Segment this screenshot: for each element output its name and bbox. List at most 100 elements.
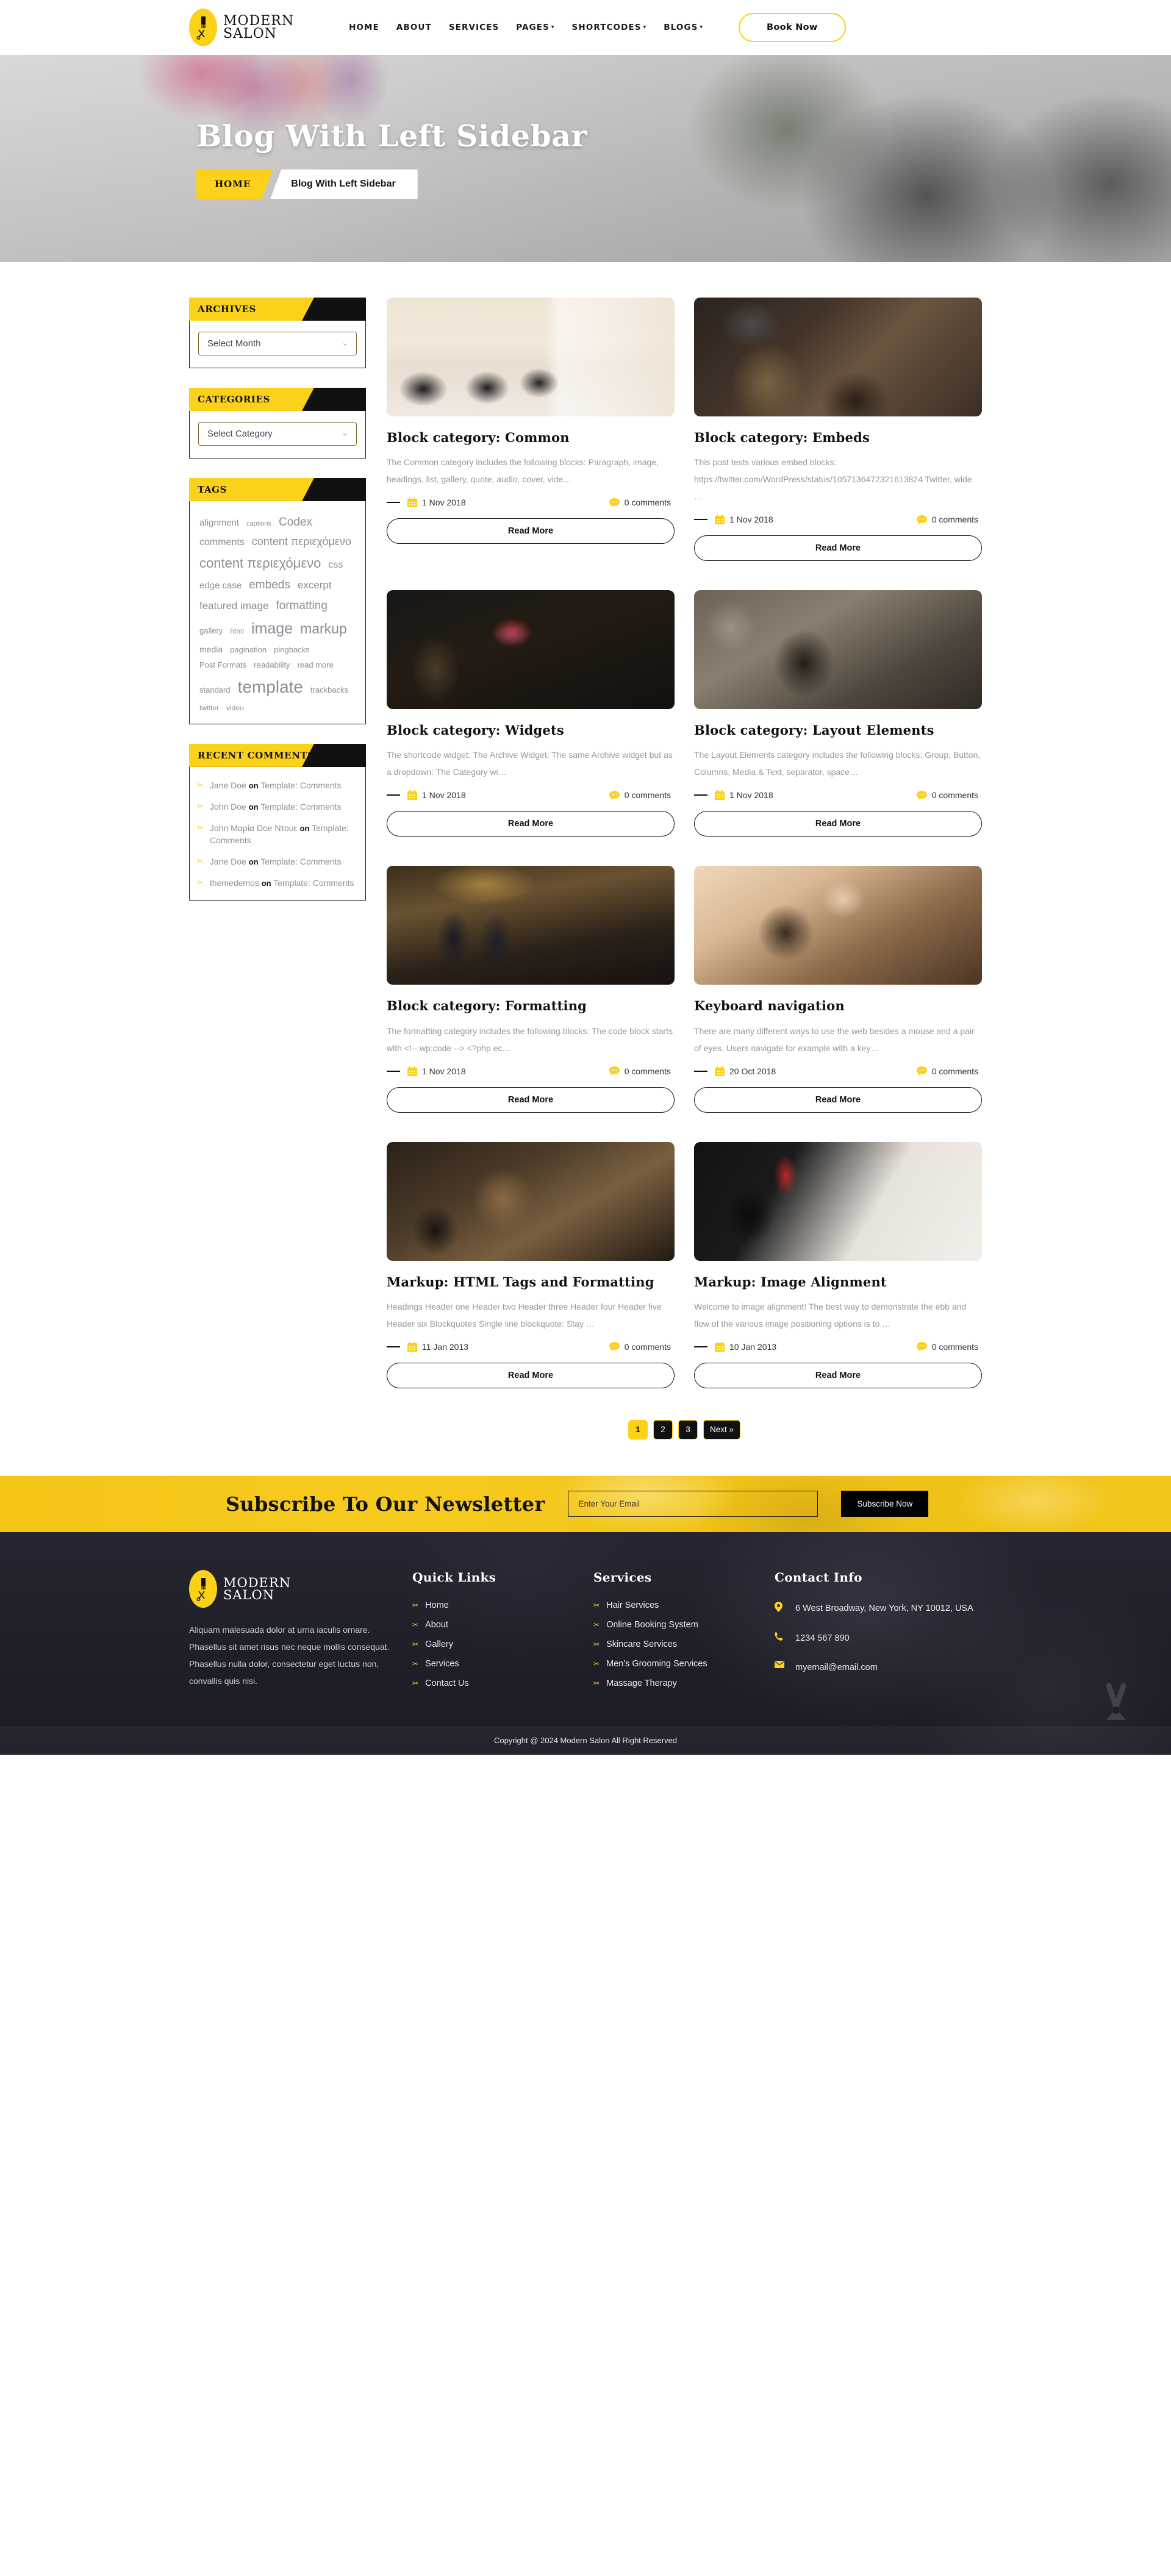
post-thumbnail[interactable] <box>387 866 675 985</box>
post-title[interactable]: Keyboard navigation <box>694 998 982 1013</box>
post-title[interactable]: Markup: HTML Tags and Formatting <box>387 1274 675 1290</box>
recent-comment-text: Jane Doe on Template: Comments <box>210 855 342 868</box>
post-thumbnail[interactable] <box>694 298 982 416</box>
tag-link[interactable]: video <box>226 702 244 714</box>
tag-link[interactable]: standard <box>199 684 231 696</box>
tag-link[interactable]: pagination <box>230 644 267 656</box>
post-title[interactable]: Block category: Embeds <box>694 430 982 445</box>
footer-service-link[interactable]: ✂ Men's Grooming Services <box>593 1659 753 1669</box>
nav-item-home[interactable]: HOME <box>349 23 379 32</box>
recent-comment-item[interactable]: ✂ John Μαρία Doe Ντουε on Template: Comme… <box>197 822 358 847</box>
tag-link[interactable]: formatting <box>276 597 327 615</box>
site-logo[interactable]: MODERN SALON <box>189 9 294 46</box>
post-thumbnail[interactable] <box>387 590 675 710</box>
tag-link[interactable]: embeds <box>249 576 290 594</box>
pagination-page-3[interactable]: 3 <box>678 1419 698 1440</box>
footer-quick-link[interactable]: ✂ Home <box>412 1600 571 1610</box>
recent-comment-item[interactable]: ✂ John Doe on Template: Comments <box>197 801 358 813</box>
post-thumbnail[interactable] <box>387 1141 675 1261</box>
link-label: Men's Grooming Services <box>606 1658 707 1669</box>
post-date-text: 1 Nov 2018 <box>729 515 773 525</box>
post-meta: 1 Nov 2018 0 comments <box>387 790 675 801</box>
read-more-button[interactable]: Read More <box>694 1086 982 1113</box>
post-comment-count: 0 comments <box>609 1342 671 1352</box>
tag-link[interactable]: content περιεχόμενο <box>199 553 321 574</box>
post-thumbnail[interactable] <box>387 298 675 416</box>
pagination-page-1[interactable]: 1 <box>628 1419 648 1440</box>
post-meta: 1 Nov 2018 0 comments <box>694 790 982 801</box>
tag-link[interactable]: pingbacks <box>274 644 310 656</box>
recent-comment-item[interactable]: ✂ Jane Doe on Template: Comments <box>197 855 358 868</box>
tag-link[interactable]: featured image <box>199 598 268 614</box>
post-title[interactable]: Markup: Image Alignment <box>694 1274 982 1290</box>
tag-link[interactable]: excerpt <box>298 577 332 593</box>
tag-link[interactable]: alignment <box>199 516 239 530</box>
newsletter-email-input[interactable] <box>568 1491 818 1518</box>
read-more-button[interactable]: Read More <box>694 811 982 837</box>
footer-quick-link[interactable]: ✂ Gallery <box>412 1639 571 1649</box>
chevron-down-icon: ▾ <box>643 24 647 30</box>
contact-phone-row[interactable]: 1234 567 890 <box>775 1630 982 1647</box>
tag-link[interactable]: template <box>238 674 303 700</box>
tag-link[interactable]: twitter <box>199 702 219 714</box>
footer-logo[interactable]: MODERN SALON <box>189 1569 390 1608</box>
nav-item-services[interactable]: SERVICES <box>449 23 499 32</box>
scissors-icon: ✂ <box>412 1639 419 1649</box>
read-more-button[interactable]: Read More <box>387 1362 675 1388</box>
tag-link[interactable]: Codex <box>279 513 312 531</box>
tag-link[interactable]: content περιεχόμενο <box>252 533 351 551</box>
subscribe-now-button[interactable]: Subscribe Now <box>841 1491 929 1518</box>
nav-item-shortcodes[interactable]: SHORTCODES ▾ <box>572 23 647 32</box>
categories-select[interactable]: Select Category <box>198 422 357 446</box>
post-thumbnail[interactable] <box>694 866 982 985</box>
post-date-text: 1 Nov 2018 <box>422 790 466 801</box>
tag-link[interactable]: markup <box>300 618 347 640</box>
footer-quick-link[interactable]: ✂ About <box>412 1620 571 1630</box>
tag-link[interactable]: readability <box>254 659 290 671</box>
pagination-next[interactable]: Next » <box>703 1419 741 1440</box>
footer-service-link[interactable]: ✂ Online Booking System <box>593 1620 753 1630</box>
contact-email-row[interactable]: myemail@email.com <box>775 1660 982 1676</box>
tag-link[interactable]: captions <box>246 519 271 529</box>
post-thumbnail[interactable] <box>694 1141 982 1261</box>
post-title[interactable]: Block category: Common <box>387 430 675 445</box>
breadcrumb-home-link[interactable]: HOME <box>196 169 273 199</box>
tag-link[interactable]: media <box>199 643 223 657</box>
footer-quick-link[interactable]: ✂ Services <box>412 1659 571 1669</box>
nav-item-about[interactable]: ABOUT <box>396 23 432 32</box>
pagination-page-2[interactable]: 2 <box>653 1419 673 1440</box>
nav-item-blogs[interactable]: BLOGS ▾ <box>664 23 703 32</box>
nav-item-pages[interactable]: PAGES ▾ <box>516 23 554 32</box>
recent-comment-item[interactable]: ✂ themedemos on Template: Comments <box>197 877 358 890</box>
footer-quick-link[interactable]: ✂ Contact Us <box>412 1679 571 1688</box>
footer-service-link[interactable]: ✂ Massage Therapy <box>593 1679 753 1688</box>
read-more-button[interactable]: Read More <box>694 535 982 562</box>
tag-link[interactable]: edge case <box>199 579 242 593</box>
tag-link[interactable]: trackbacks <box>310 684 348 696</box>
recent-comment-text: themedemos on Template: Comments <box>210 877 354 890</box>
post-title[interactable]: Block category: Widgets <box>387 722 675 738</box>
post-title[interactable]: Block category: Layout Elements <box>694 722 982 738</box>
book-now-button[interactable]: Book Now <box>739 13 846 42</box>
widget-title: CATEGORIES <box>198 394 270 405</box>
tag-link[interactable]: read more <box>298 659 334 671</box>
tag-link[interactable]: gallery <box>199 625 223 637</box>
post-thumbnail[interactable] <box>694 590 982 710</box>
footer-service-link[interactable]: ✂ Hair Services <box>593 1600 753 1610</box>
footer-brand-wordmark: MODERN SALON <box>223 1576 291 1601</box>
read-more-button[interactable]: Read More <box>387 518 675 544</box>
post-title[interactable]: Block category: Formatting <box>387 998 675 1013</box>
footer-service-link[interactable]: ✂ Skincare Services <box>593 1639 753 1649</box>
post-excerpt: The Common category includes the followi… <box>387 457 659 485</box>
read-more-button[interactable]: Read More <box>694 1362 982 1388</box>
tag-link[interactable]: comments <box>199 535 245 551</box>
tag-link[interactable]: image <box>251 617 293 641</box>
archives-select[interactable]: Select Month <box>198 332 357 355</box>
tag-link[interactable]: Post Formats <box>199 659 246 671</box>
post-card: Block category: Embeds This post tests va… <box>694 298 982 562</box>
read-more-button[interactable]: Read More <box>387 1086 675 1113</box>
recent-comment-item[interactable]: ✂ Jane Doe on Template: Comments <box>197 779 358 792</box>
read-more-button[interactable]: Read More <box>387 811 675 837</box>
tag-link[interactable]: html <box>230 626 244 637</box>
tag-link[interactable]: css <box>328 558 343 573</box>
